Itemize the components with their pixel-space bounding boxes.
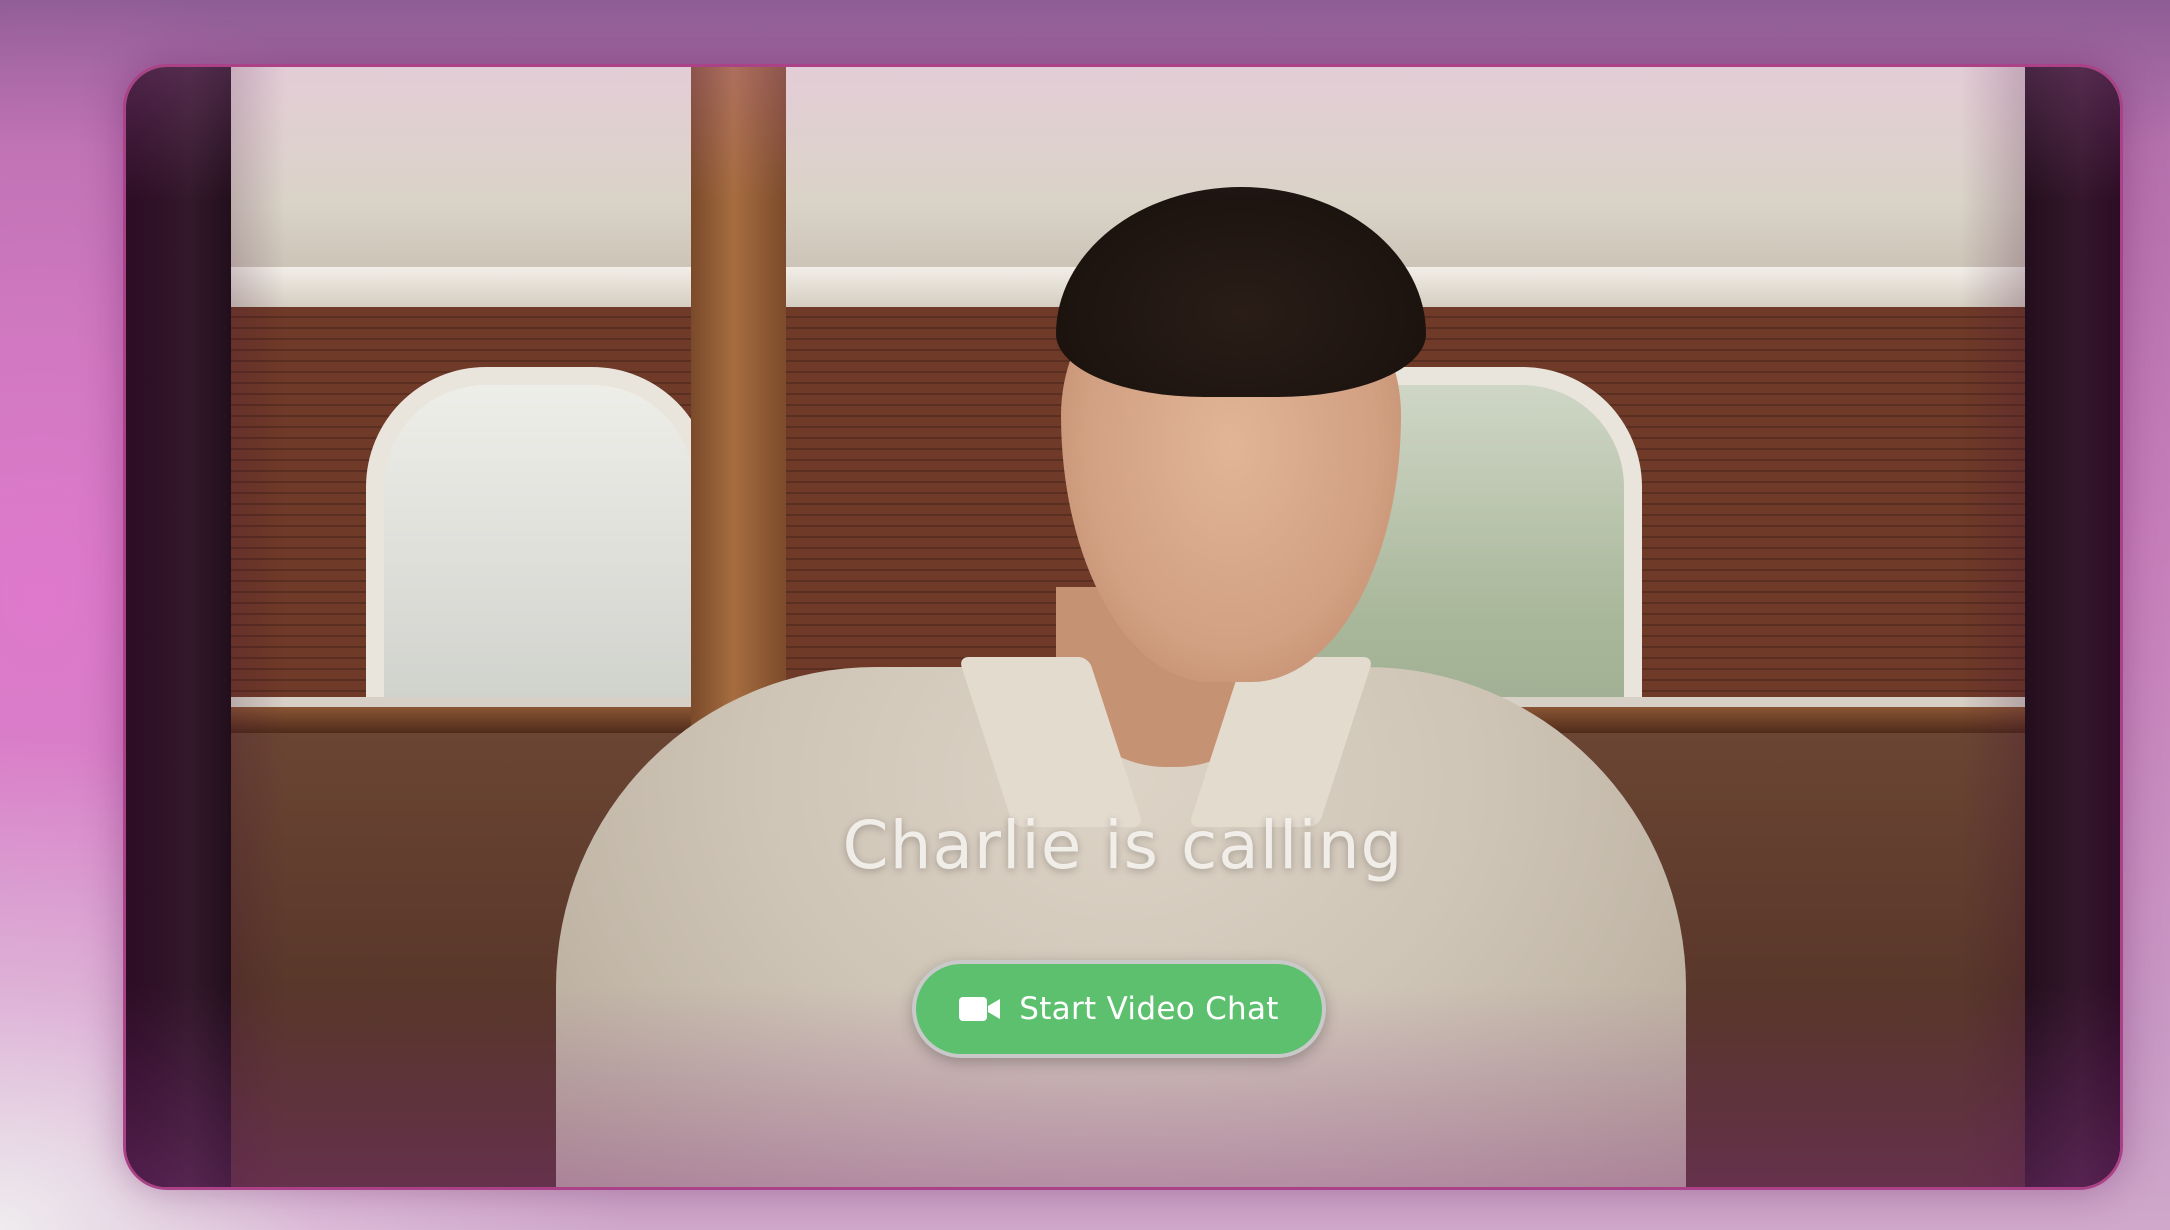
video-camera-icon: [959, 997, 1001, 1021]
start-video-chat-label: Start Video Chat: [1019, 991, 1279, 1027]
video-call-card: Charlie is calling Start Video Chat: [123, 64, 2123, 1190]
incoming-call-text: Charlie is calling: [842, 807, 1404, 884]
start-video-chat-button[interactable]: Start Video Chat: [912, 960, 1326, 1058]
